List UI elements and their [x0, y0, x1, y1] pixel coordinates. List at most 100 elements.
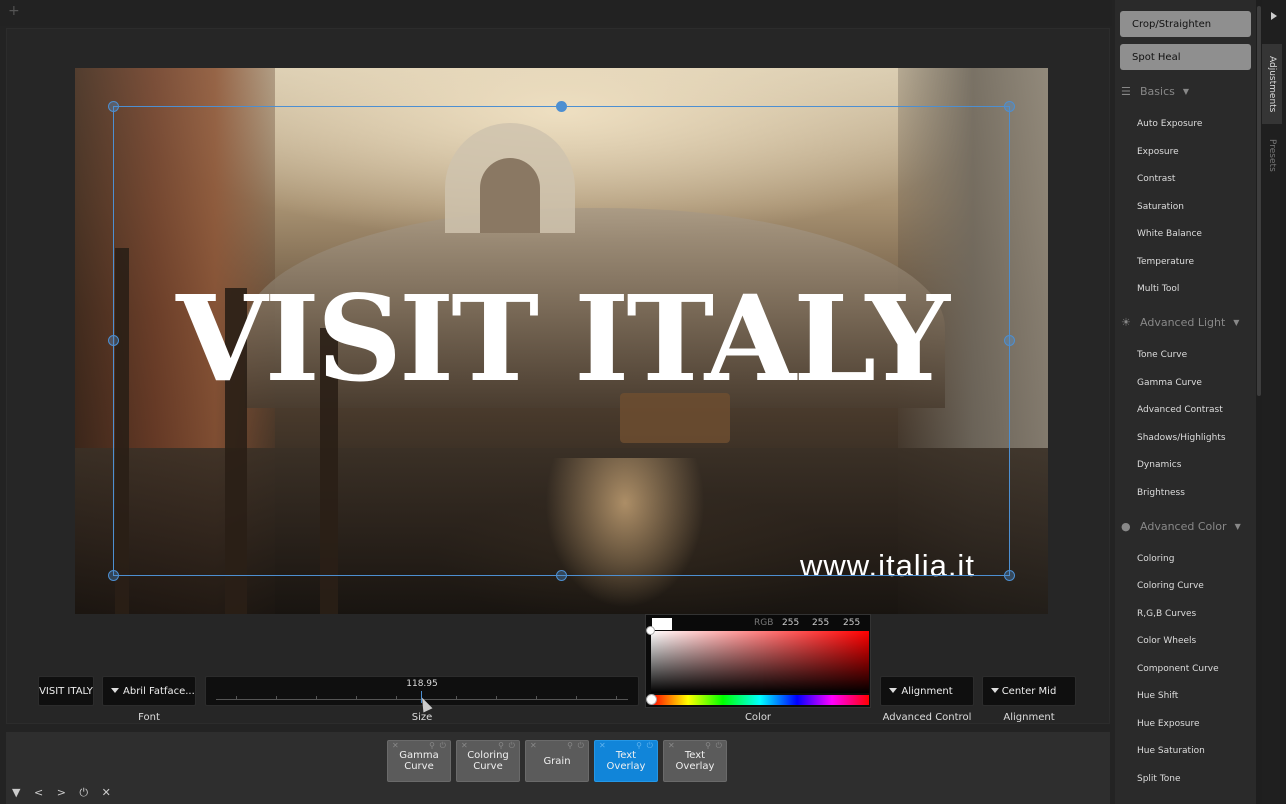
section-title: Advanced Light — [1140, 316, 1226, 329]
remove-icon[interactable]: ✕ — [668, 741, 675, 751]
sidebar-item-multi-tool[interactable]: Multi Tool — [1137, 284, 1179, 294]
resize-handle-top-center[interactable] — [556, 101, 567, 112]
sidebar-item-coloring[interactable]: Coloring — [1137, 554, 1174, 564]
slider-tick — [536, 696, 537, 700]
sidebar-item-color-wheels[interactable]: Color Wheels — [1137, 636, 1196, 646]
stack-item-text-overlay[interactable]: ✕ ⚲ ⏻ Text Overlay — [663, 740, 727, 782]
resize-handle-top-right[interactable] — [1004, 101, 1015, 112]
sidebar-item-coloring-curve[interactable]: Coloring Curve — [1137, 581, 1204, 591]
font-dropdown-value: Abril Fatface... — [123, 685, 195, 697]
resize-handle-middle-left[interactable] — [108, 335, 119, 346]
tab-adjustments-label: Adjustments — [1267, 55, 1277, 113]
stack-item-grain[interactable]: ✕ ⚲ ⏻ Grain — [525, 740, 589, 782]
sidebar-item-exposure[interactable]: Exposure — [1137, 147, 1179, 157]
sidebar-item-hue-saturation[interactable]: Hue Saturation — [1137, 746, 1205, 756]
prev-icon[interactable]: < — [34, 786, 43, 799]
stack-item-label: Gamma Curve — [399, 750, 439, 772]
color-picker[interactable]: RGB 255 255 255 — [645, 614, 871, 708]
stack-item-text-overlay-active[interactable]: ✕ ⚲ ⏻ Text Overlay — [594, 740, 658, 782]
sidebar-item-advanced-contrast[interactable]: Advanced Contrast — [1137, 405, 1223, 415]
font-dropdown[interactable]: Abril Fatface... — [102, 676, 196, 706]
remove-icon[interactable]: ✕ — [530, 741, 537, 751]
remove-icon[interactable]: ✕ — [461, 741, 468, 751]
color-hue-bar[interactable] — [651, 695, 869, 705]
spot-heal-button[interactable]: Spot Heal — [1120, 44, 1251, 70]
sidebar-item-gamma-curve[interactable]: Gamma Curve — [1137, 378, 1202, 388]
stack-item-label: Text Overlay — [675, 750, 715, 772]
alignment-dropdown[interactable]: Center Mid — [982, 676, 1076, 706]
sun-icon: ☀ — [1121, 316, 1131, 329]
power-icon[interactable]: ⏻ — [578, 741, 584, 751]
sidebar-item-contrast[interactable]: Contrast — [1137, 174, 1175, 184]
scrollbar-thumb[interactable] — [1257, 6, 1261, 396]
power-icon[interactable]: ⏻ — [716, 741, 722, 751]
sidebar-item-white-balance[interactable]: White Balance — [1137, 229, 1202, 239]
text-selection-box[interactable] — [113, 106, 1010, 576]
advanced-control-dropdown[interactable]: Alignment — [880, 676, 974, 706]
color-swatch — [652, 618, 672, 630]
size-label: Size — [411, 712, 433, 723]
collapse-icon[interactable]: ▼ — [12, 786, 20, 799]
remove-icon[interactable]: ✕ — [599, 741, 606, 751]
sidebar-item-tone-curve[interactable]: Tone Curve — [1137, 350, 1187, 360]
sidebar-item-shadows-highlights[interactable]: Shadows/Highlights — [1137, 433, 1226, 443]
power-icon[interactable]: ⏻ — [440, 741, 446, 751]
close-icon[interactable]: ✕ — [102, 786, 111, 799]
advanced-control-value: Alignment — [901, 685, 953, 697]
pin-icon[interactable]: ⚲ — [498, 741, 504, 751]
add-icon[interactable]: + — [8, 3, 20, 19]
section-basics[interactable]: ☰ Basics ▼ — [1121, 85, 1189, 98]
sidebar-item-hue-shift[interactable]: Hue Shift — [1137, 691, 1178, 701]
alignment-value: Center Mid — [1001, 685, 1057, 697]
tab-adjustments[interactable]: Adjustments — [1262, 44, 1282, 124]
chevron-down-icon — [991, 688, 999, 693]
section-advanced-color[interactable]: ● Advanced Color ▼ — [1121, 520, 1241, 533]
chevron-down-icon: ▼ — [1234, 522, 1241, 531]
text-input[interactable]: VISIT ITALY — [38, 676, 94, 706]
stack-item-gamma-curve[interactable]: ✕ ⚲ ⏻ Gamma Curve — [387, 740, 451, 782]
stack-item-coloring-curve[interactable]: ✕ ⚲ ⏻ Coloring Curve — [456, 740, 520, 782]
crop-straighten-button[interactable]: Crop/Straighten — [1120, 11, 1251, 37]
tab-presets[interactable]: Presets — [1262, 130, 1282, 180]
sidebar-item-split-tone[interactable]: Split Tone — [1137, 774, 1181, 784]
color-hue-knob[interactable] — [646, 694, 657, 705]
remove-icon[interactable]: ✕ — [392, 741, 399, 751]
sidebar-item-brightness[interactable]: Brightness — [1137, 488, 1185, 498]
sidebar-item-auto-exposure[interactable]: Auto Exposure — [1137, 119, 1202, 129]
power-icon[interactable]: ⏻ — [509, 741, 515, 751]
resize-handle-middle-right[interactable] — [1004, 335, 1015, 346]
pin-icon[interactable]: ⚲ — [705, 741, 711, 751]
sidebar-item-temperature[interactable]: Temperature — [1137, 257, 1194, 267]
chevron-down-icon — [111, 688, 119, 693]
pin-icon[interactable]: ⚲ — [567, 741, 573, 751]
slider-tick — [276, 696, 277, 700]
droplets-icon: ● — [1121, 520, 1131, 533]
pin-icon[interactable]: ⚲ — [636, 741, 642, 751]
color-g-value[interactable]: 255 — [812, 618, 829, 628]
resize-handle-bottom-center[interactable] — [556, 570, 567, 581]
color-field-knob[interactable] — [646, 626, 655, 635]
sidebar-item-dynamics[interactable]: Dynamics — [1137, 460, 1181, 470]
top-bar: + — [0, 0, 1112, 26]
resize-handle-bottom-right[interactable] — [1004, 570, 1015, 581]
sidebar-item-rgb-curves[interactable]: R,G,B Curves — [1137, 609, 1196, 619]
section-title: Advanced Color — [1140, 520, 1227, 533]
resize-handle-bottom-left[interactable] — [108, 570, 119, 581]
next-icon[interactable]: > — [57, 786, 66, 799]
power-icon[interactable]: ⏻ — [79, 786, 88, 800]
power-icon[interactable]: ⏻ — [647, 741, 653, 751]
color-mode-label[interactable]: RGB — [754, 618, 773, 628]
section-advanced-light[interactable]: ☀ Advanced Light ▼ — [1121, 316, 1239, 329]
chevron-down-icon: ▼ — [1233, 318, 1240, 327]
slider-tick — [236, 696, 237, 700]
sidebar-item-hue-exposure[interactable]: Hue Exposure — [1137, 719, 1200, 729]
stack-item-label: Coloring Curve — [467, 750, 509, 772]
color-saturation-field[interactable] — [651, 631, 869, 693]
pin-icon[interactable]: ⚲ — [429, 741, 435, 751]
resize-handle-top-left[interactable] — [108, 101, 119, 112]
sidebar-item-component-curve[interactable]: Component Curve — [1137, 664, 1219, 674]
color-b-value[interactable]: 255 — [843, 618, 860, 628]
color-r-value[interactable]: 255 — [782, 618, 799, 628]
sidebar-item-saturation[interactable]: Saturation — [1137, 202, 1184, 212]
play-icon[interactable] — [1271, 12, 1277, 20]
